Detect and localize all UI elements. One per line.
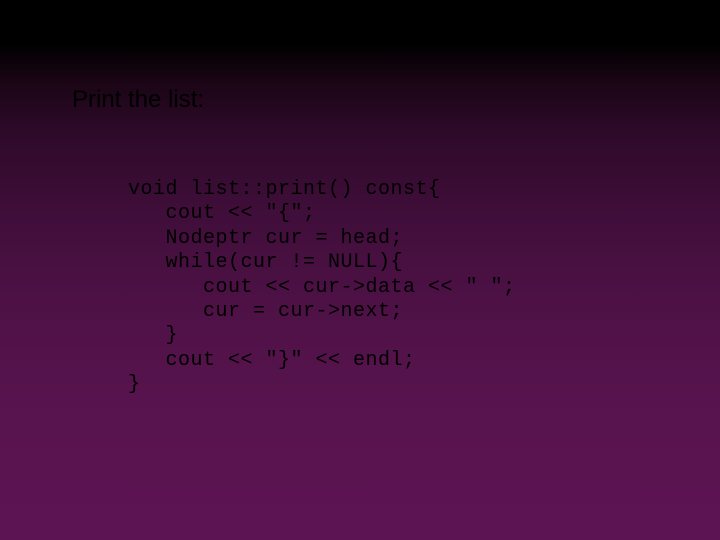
code-line: cur = cur->next; xyxy=(128,300,403,323)
code-line: cout << "}" << endl; xyxy=(128,349,416,372)
code-block: void list::print() const{ cout << "{"; N… xyxy=(128,178,516,398)
code-line: while(cur != NULL){ xyxy=(128,251,403,274)
code-line: } xyxy=(128,324,178,347)
code-line: cout << cur->data << " "; xyxy=(128,276,516,299)
code-line: Nodeptr cur = head; xyxy=(128,227,403,250)
code-line: void list::print() const{ xyxy=(128,178,441,201)
code-line: } xyxy=(128,373,141,396)
code-line: cout << "{"; xyxy=(128,202,316,225)
slide-title: Print the list: xyxy=(72,86,204,114)
